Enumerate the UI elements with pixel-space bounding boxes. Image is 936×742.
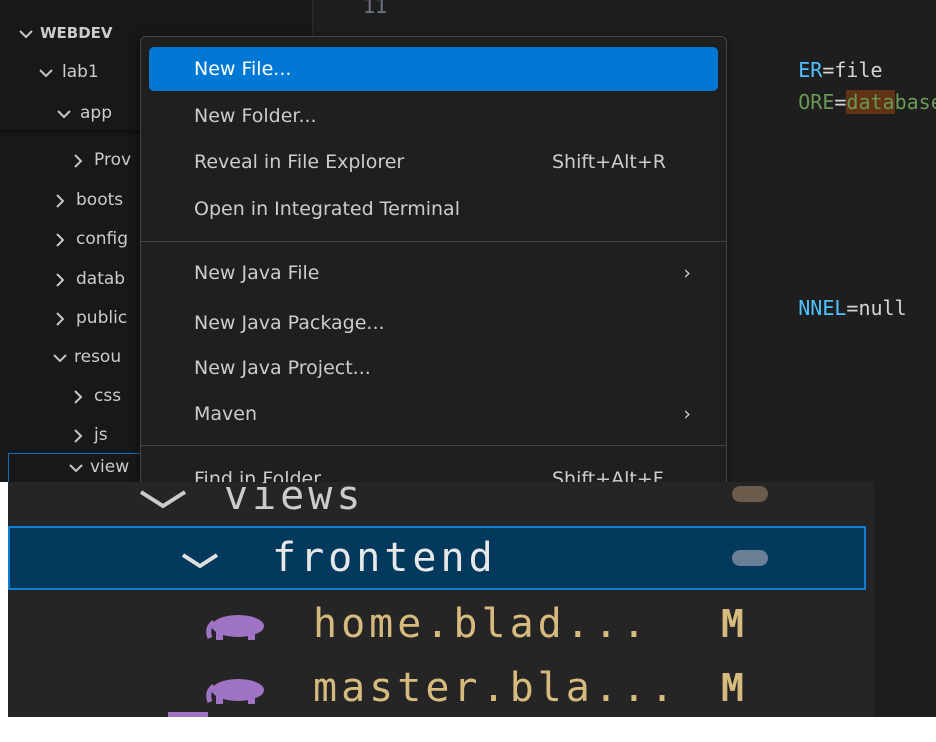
- menu-item-new-folder[interactable]: New Folder...: [149, 94, 718, 138]
- code-line: ORE=database: [798, 90, 936, 114]
- chevron-right-icon: [68, 418, 88, 452]
- chevron-right-icon: [50, 183, 70, 217]
- shortcut-label: Shift+Alt+F: [552, 468, 664, 482]
- chevron-right-icon: [68, 143, 88, 177]
- php-elephant-icon: [206, 615, 264, 640]
- tree-label: css: [94, 386, 122, 406]
- chevron-down-icon: [54, 96, 74, 130]
- menu-separator: [141, 241, 726, 242]
- zoomed-file-row[interactable]: master.bla... M: [8, 656, 866, 717]
- menu-item-reveal-in-file-explorer[interactable]: Reveal in File Explorer Shift+Alt+R: [149, 140, 718, 184]
- php-elephant-icon: [206, 679, 264, 704]
- menu-item-find-in-folder[interactable]: Find in Folder... Shift+Alt+F: [149, 457, 718, 482]
- file-name: master.bla...: [313, 665, 679, 711]
- chevron-right-icon: [68, 379, 88, 413]
- tree-label: Prov: [94, 150, 132, 170]
- tree-folder-views[interactable]: view: [66, 452, 129, 482]
- zoomed-tree-row-views[interactable]: views: [8, 482, 866, 528]
- tree-label: app: [80, 103, 112, 123]
- tree-folder-resources[interactable]: resou: [50, 340, 121, 374]
- chevron-down-icon: [66, 452, 86, 482]
- tree-folder-js[interactable]: js: [68, 418, 108, 452]
- tree-label: config: [76, 229, 129, 249]
- menu-item-new-java-file[interactable]: New Java File ›: [149, 251, 718, 295]
- tree-label: WEBDEV: [40, 24, 113, 42]
- chevron-down-icon: [50, 340, 70, 374]
- tree-folder-lab1[interactable]: lab1: [36, 55, 99, 89]
- tree-label: js: [94, 425, 108, 445]
- zoomed-explorer: views frontend home.blad... M master.bla…: [8, 482, 936, 717]
- menu-item-new-java-package[interactable]: New Java Package...: [149, 301, 718, 345]
- tree-folder-public[interactable]: public: [50, 301, 127, 335]
- zoomed-tree-row-frontend[interactable]: frontend: [8, 526, 866, 590]
- tree-folder-bootstrap[interactable]: boots: [50, 183, 123, 217]
- menu-item-new-java-project[interactable]: New Java Project...: [149, 346, 718, 390]
- chevron-right-icon: [50, 262, 70, 296]
- tree-folder-providers[interactable]: Prov: [68, 143, 131, 177]
- menu-item-new-file[interactable]: New File...: [149, 47, 718, 91]
- folder-label: views: [224, 482, 365, 519]
- tree-folder-app[interactable]: app: [54, 96, 112, 130]
- tree-label: view: [90, 457, 130, 477]
- tree-label: lab1: [62, 62, 99, 82]
- git-status-dot-icon: [732, 550, 768, 566]
- screenshot-margin: [0, 482, 8, 717]
- git-modified-badge: M: [721, 666, 744, 710]
- tree-folder-config[interactable]: config: [50, 222, 128, 256]
- submenu-arrow-icon: ›: [683, 403, 691, 425]
- submenu-arrow-icon: ›: [683, 262, 691, 284]
- folder-label: frontend: [272, 535, 497, 581]
- tree-label: resou: [74, 347, 122, 367]
- chevron-right-icon: [50, 301, 70, 335]
- zoomed-file-row[interactable]: home.blad... M: [8, 592, 866, 656]
- vscode-window: WEBDEV lab1 app Prov boots config datab: [0, 0, 936, 482]
- tree-label: boots: [76, 190, 124, 210]
- chevron-down-icon: [36, 55, 56, 89]
- git-modified-badge: M: [721, 602, 744, 646]
- screenshot-margin: [0, 717, 936, 742]
- code-line: NNEL=null: [798, 296, 907, 320]
- menu-separator: [141, 445, 726, 446]
- context-menu: New File... New Folder... Reveal in File…: [140, 36, 727, 482]
- explorer-root-webdev[interactable]: WEBDEV: [16, 16, 113, 50]
- file-name: home.blad...: [313, 601, 650, 647]
- chevron-down-icon: [139, 490, 187, 509]
- shortcut-label: Shift+Alt+R: [552, 151, 666, 173]
- tree-folder-database[interactable]: datab: [50, 262, 125, 296]
- menu-item-open-in-terminal[interactable]: Open in Integrated Terminal: [149, 187, 718, 231]
- editor-edge: [874, 482, 936, 717]
- tree-folder-css[interactable]: css: [68, 379, 121, 413]
- tree-label: public: [76, 308, 128, 328]
- menu-item-maven[interactable]: Maven ›: [149, 392, 718, 436]
- tree-label: datab: [76, 269, 126, 289]
- chevron-down-icon: [16, 16, 36, 50]
- chevron-down-icon: [181, 553, 219, 569]
- git-status-dot-icon: [732, 486, 768, 502]
- chevron-right-icon: [50, 222, 70, 256]
- line-number: 11: [363, 0, 388, 18]
